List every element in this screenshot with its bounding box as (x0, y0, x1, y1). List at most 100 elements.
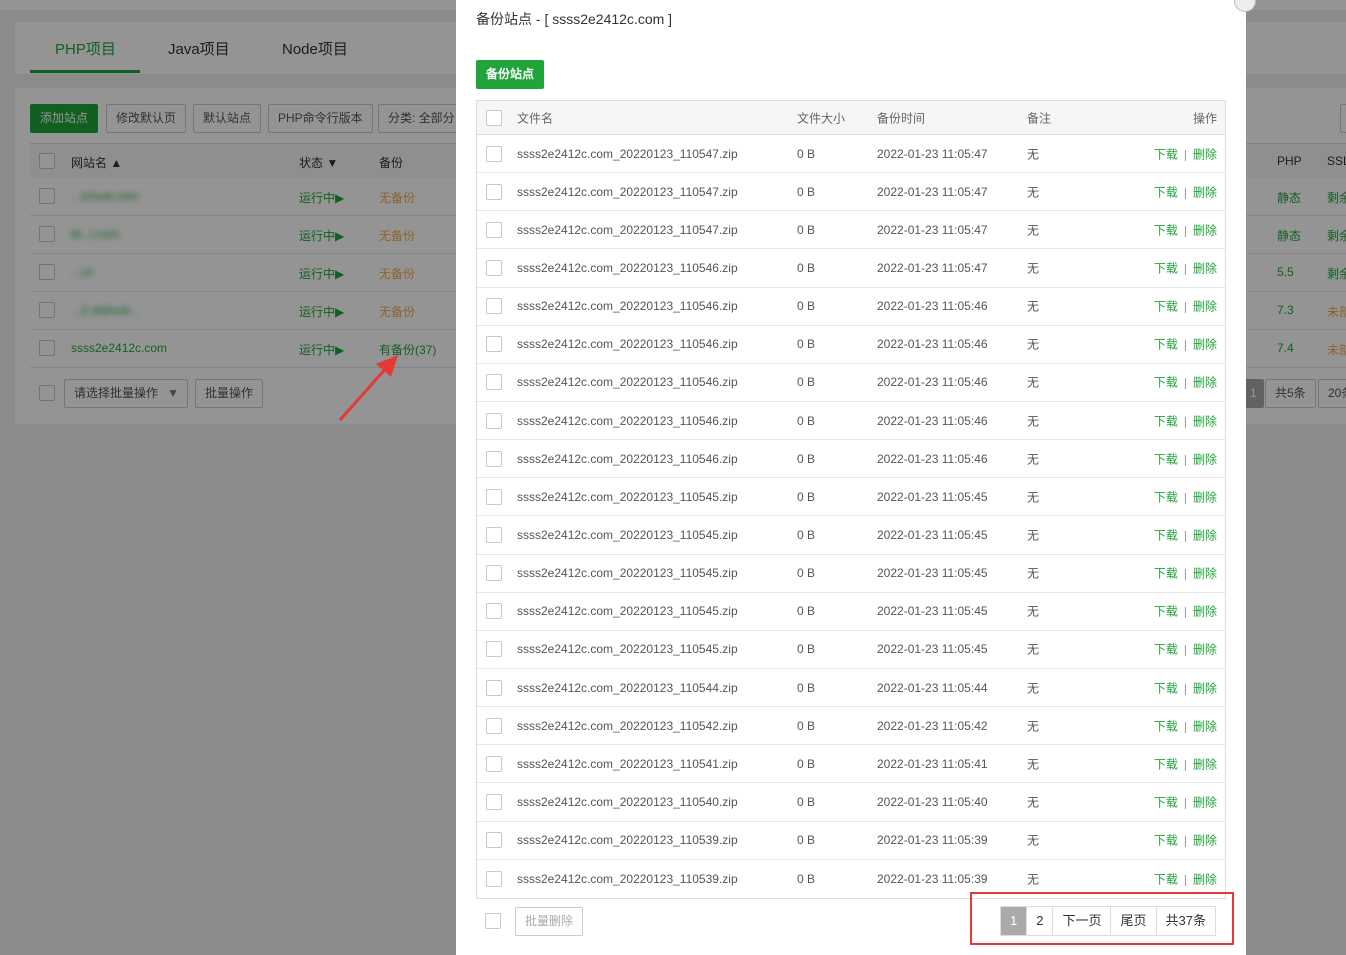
file-name: ssss2e2412c.com_20220123_110546.zip (517, 451, 738, 466)
download-link[interactable]: 下载 (1154, 528, 1178, 542)
action-separator: | (1183, 833, 1187, 848)
backup-site-button[interactable]: 备份站点 (476, 60, 545, 89)
delete-link[interactable]: 删除 (1193, 300, 1217, 314)
file-name: ssss2e2412c.com_20220123_110544.zip (517, 680, 738, 695)
row-actions: 下载 | 删除 (1154, 870, 1217, 887)
delete-link[interactable]: 删除 (1193, 643, 1217, 657)
row-actions: 下载 | 删除 (1154, 603, 1217, 620)
action-separator: | (1183, 299, 1187, 314)
download-link[interactable]: 下载 (1154, 300, 1178, 314)
table-row: ssss2e2412c.com_20220123_110546.zip 0 B 20… (477, 440, 1225, 479)
download-link[interactable]: 下载 (1154, 185, 1178, 199)
delete-link[interactable]: 删除 (1193, 834, 1217, 848)
row-actions: 下载 | 删除 (1154, 298, 1217, 315)
row-checkbox[interactable] (486, 298, 502, 315)
row-actions: 下载 | 删除 (1154, 832, 1217, 849)
delete-link[interactable]: 删除 (1193, 376, 1217, 390)
note: 无 (1027, 795, 1040, 810)
row-checkbox[interactable] (486, 374, 502, 391)
row-checkbox[interactable] (486, 679, 502, 696)
download-link[interactable]: 下载 (1154, 490, 1178, 504)
note: 无 (1027, 185, 1040, 200)
row-checkbox[interactable] (486, 259, 502, 276)
delete-link[interactable]: 删除 (1193, 795, 1217, 809)
row-actions: 下载 | 删除 (1154, 259, 1217, 276)
download-link[interactable]: 下载 (1154, 338, 1178, 352)
download-link[interactable]: 下载 (1154, 834, 1178, 848)
note: 无 (1027, 528, 1040, 543)
download-link[interactable]: 下载 (1154, 757, 1178, 771)
download-link[interactable]: 下载 (1154, 795, 1178, 809)
file-size: 0 B (797, 566, 816, 581)
row-checkbox[interactable] (486, 832, 502, 849)
delete-link[interactable]: 删除 (1193, 567, 1217, 581)
row-checkbox[interactable] (486, 717, 502, 734)
bottom-select-all-checkbox[interactable] (485, 913, 501, 929)
delete-link[interactable]: 删除 (1193, 681, 1217, 695)
row-actions: 下载 | 删除 (1154, 183, 1217, 200)
file-name: ssss2e2412c.com_20220123_110547.zip (517, 184, 738, 199)
download-link[interactable]: 下载 (1154, 681, 1178, 695)
backup-dialog: 备份站点 - [ ssss2e2412c.com ] 备份站点 文件名 文件大小… (456, 0, 1246, 955)
delete-link[interactable]: 删除 (1193, 223, 1217, 237)
delete-link[interactable]: 删除 (1193, 757, 1217, 771)
row-checkbox[interactable] (486, 641, 502, 658)
row-checkbox[interactable] (486, 755, 502, 772)
col-operations: 操作 (1192, 111, 1217, 125)
download-link[interactable]: 下载 (1154, 872, 1178, 886)
table-row: ssss2e2412c.com_20220123_110544.zip 0 B 20… (477, 669, 1225, 708)
row-checkbox[interactable] (486, 565, 502, 582)
row-checkbox[interactable] (486, 412, 502, 429)
delete-link[interactable]: 删除 (1193, 185, 1217, 199)
file-size: 0 B (797, 260, 816, 275)
delete-link[interactable]: 删除 (1193, 490, 1217, 504)
action-separator: | (1183, 604, 1187, 619)
note: 无 (1027, 719, 1040, 734)
delete-link[interactable]: 删除 (1193, 338, 1217, 352)
row-checkbox[interactable] (486, 221, 502, 238)
download-link[interactable]: 下载 (1154, 567, 1178, 581)
delete-link[interactable]: 删除 (1193, 872, 1217, 886)
table-row: ssss2e2412c.com_20220123_110545.zip 0 B 20… (477, 631, 1225, 669)
table-row: ssss2e2412c.com_20220123_110546.zip 0 B 20… (477, 364, 1225, 402)
note: 无 (1027, 223, 1040, 238)
row-checkbox[interactable] (486, 870, 502, 887)
row-checkbox[interactable] (486, 336, 502, 353)
download-link[interactable]: 下载 (1154, 376, 1178, 390)
file-name: ssss2e2412c.com_20220123_110546.zip (517, 260, 738, 275)
download-link[interactable]: 下载 (1154, 605, 1178, 619)
note: 无 (1027, 566, 1040, 581)
download-link[interactable]: 下载 (1154, 223, 1178, 237)
batch-delete-button[interactable]: 批量删除 (515, 907, 584, 936)
table-row: ssss2e2412c.com_20220123_110545.zip 0 B 20… (477, 593, 1225, 631)
file-size: 0 B (797, 642, 816, 657)
row-checkbox[interactable] (486, 793, 502, 810)
download-link[interactable]: 下载 (1154, 261, 1178, 275)
select-all-checkbox[interactable] (486, 109, 502, 126)
delete-link[interactable]: 删除 (1193, 528, 1217, 542)
row-checkbox[interactable] (486, 488, 502, 505)
file-name: ssss2e2412c.com_20220123_110545.zip (517, 604, 738, 619)
delete-link[interactable]: 删除 (1193, 452, 1217, 466)
download-link[interactable]: 下载 (1154, 414, 1178, 428)
row-checkbox[interactable] (486, 145, 502, 162)
row-checkbox[interactable] (486, 603, 502, 620)
download-link[interactable]: 下载 (1154, 643, 1178, 657)
download-link[interactable]: 下载 (1154, 147, 1178, 161)
delete-link[interactable]: 删除 (1193, 261, 1217, 275)
backup-time: 2022-01-23 11:05:46 (877, 413, 988, 428)
delete-link[interactable]: 删除 (1193, 414, 1217, 428)
row-checkbox[interactable] (486, 183, 502, 200)
table-row: ssss2e2412c.com_20220123_110540.zip 0 B 20… (477, 783, 1225, 822)
delete-link[interactable]: 删除 (1193, 719, 1217, 733)
table-row: ssss2e2412c.com_20220123_110545.zip 0 B 20… (477, 478, 1225, 517)
note: 无 (1027, 147, 1040, 162)
file-name: ssss2e2412c.com_20220123_110540.zip (517, 794, 738, 809)
row-checkbox[interactable] (486, 450, 502, 467)
delete-link[interactable]: 删除 (1193, 605, 1217, 619)
delete-link[interactable]: 删除 (1193, 147, 1217, 161)
download-link[interactable]: 下载 (1154, 719, 1178, 733)
download-link[interactable]: 下载 (1154, 452, 1178, 466)
row-actions: 下载 | 删除 (1154, 450, 1217, 467)
row-checkbox[interactable] (486, 526, 502, 543)
